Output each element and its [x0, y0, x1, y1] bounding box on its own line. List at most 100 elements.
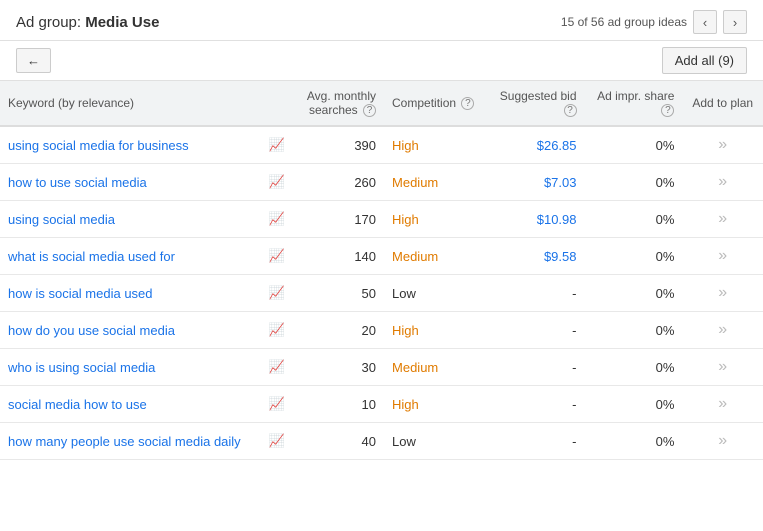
trend-icon[interactable]: 📈	[269, 322, 285, 337]
bid-cell: -	[487, 423, 584, 460]
add-to-plan-cell: »	[682, 349, 763, 386]
competition-help-icon[interactable]: ?	[461, 97, 474, 110]
add-to-plan-button[interactable]: »	[718, 432, 727, 449]
bid-value: $10.98	[537, 212, 577, 227]
searches-cell: 30	[295, 349, 384, 386]
keyword-link[interactable]: how is social media used	[8, 286, 153, 301]
searches-cell: 40	[295, 423, 384, 460]
keyword-link[interactable]: how many people use social media daily	[8, 434, 241, 449]
ad-impr-cell: 0%	[585, 349, 683, 386]
ad-impr-cell: 0%	[585, 126, 683, 164]
add-to-plan-button[interactable]: »	[718, 321, 727, 338]
keyword-link[interactable]: using social media	[8, 212, 115, 227]
trend-icon-cell: 📈	[261, 423, 295, 460]
searches-cell: 140	[295, 238, 384, 275]
searches-cell: 20	[295, 312, 384, 349]
trend-icon-cell: 📈	[261, 164, 295, 201]
add-to-plan-button[interactable]: »	[718, 395, 727, 412]
keyword-link[interactable]: what is social media used for	[8, 249, 175, 264]
searches-cell: 260	[295, 164, 384, 201]
col-searches: Avg. monthlysearches ?	[295, 81, 384, 126]
add-to-plan-cell: »	[682, 423, 763, 460]
trend-icon-cell: 📈	[261, 386, 295, 423]
trend-icon-cell: 📈	[261, 312, 295, 349]
trend-icon-cell: 📈	[261, 349, 295, 386]
bid-cell: $26.85	[487, 126, 584, 164]
prev-button[interactable]: ‹	[693, 10, 717, 34]
keyword-cell: using social media	[0, 201, 261, 238]
keyword-link[interactable]: how do you use social media	[8, 323, 175, 338]
trend-icon[interactable]: 📈	[269, 174, 285, 189]
col-competition: Competition ?	[384, 81, 487, 126]
bid-cell: -	[487, 386, 584, 423]
competition-cell: Low	[384, 275, 487, 312]
add-to-plan-cell: »	[682, 126, 763, 164]
searches-cell: 50	[295, 275, 384, 312]
keyword-link[interactable]: social media how to use	[8, 397, 147, 412]
trend-icon[interactable]: 📈	[269, 359, 285, 374]
add-to-plan-cell: »	[682, 275, 763, 312]
competition-value: High	[392, 138, 419, 153]
table-row: what is social media used for 📈 140 Medium $…	[0, 238, 763, 275]
bid-cell: -	[487, 349, 584, 386]
trend-icon[interactable]: 📈	[269, 285, 285, 300]
next-button[interactable]: ›	[723, 10, 747, 34]
competition-cell: High	[384, 312, 487, 349]
bid-value: $9.58	[544, 249, 577, 264]
ad-impr-cell: 0%	[585, 275, 683, 312]
competition-value: Low	[392, 286, 416, 301]
back-button[interactable]: ←	[16, 48, 51, 73]
competition-cell: High	[384, 201, 487, 238]
trend-icon-cell: 📈	[261, 126, 295, 164]
keyword-cell: social media how to use	[0, 386, 261, 423]
bid-cell: $10.98	[487, 201, 584, 238]
keyword-link[interactable]: using social media for business	[8, 138, 189, 153]
page-header: Ad group: Media Use 15 of 56 ad group id…	[0, 0, 763, 41]
ad-impr-cell: 0%	[585, 238, 683, 275]
ad-impr-cell: 0%	[585, 423, 683, 460]
add-to-plan-button[interactable]: »	[718, 136, 727, 153]
trend-icon[interactable]: 📈	[269, 433, 285, 448]
trend-icon-cell: 📈	[261, 275, 295, 312]
bid-value: $7.03	[544, 175, 577, 190]
competition-value: High	[392, 323, 419, 338]
trend-icon[interactable]: 📈	[269, 248, 285, 263]
keyword-cell: how to use social media	[0, 164, 261, 201]
keyword-cell: how many people use social media daily	[0, 423, 261, 460]
ad-impr-cell: 0%	[585, 386, 683, 423]
trend-icon-cell: 📈	[261, 201, 295, 238]
add-all-button[interactable]: Add all (9)	[662, 47, 747, 74]
add-to-plan-button[interactable]: »	[718, 358, 727, 375]
table-row: using social media for business📈390High$…	[0, 126, 763, 164]
table-row: who is using social media📈30Medium-0%»	[0, 349, 763, 386]
bid-help-icon[interactable]: ?	[564, 104, 577, 117]
trend-icon[interactable]: 📈	[269, 396, 285, 411]
keyword-cell: how do you use social media	[0, 312, 261, 349]
searches-help-icon[interactable]: ?	[363, 104, 376, 117]
competition-value: Medium	[392, 175, 438, 190]
keyword-link[interactable]: who is using social media	[8, 360, 155, 375]
searches-cell: 10	[295, 386, 384, 423]
sub-header: ← Add all (9)	[0, 41, 763, 81]
adimpr-help-icon[interactable]: ?	[661, 104, 674, 117]
add-to-plan-cell: »	[682, 164, 763, 201]
competition-value: Medium	[392, 249, 438, 264]
competition-cell: Medium	[384, 164, 487, 201]
competition-value: High	[392, 397, 419, 412]
table-row: how to use social media📈260Medium$7.030%…	[0, 164, 763, 201]
col-bid: Suggested bid?	[487, 81, 584, 126]
keyword-cell: using social media for business	[0, 126, 261, 164]
trend-icon[interactable]: 📈	[269, 211, 285, 226]
add-to-plan-button[interactable]: »	[718, 247, 727, 264]
bid-cell: $7.03	[487, 164, 584, 201]
trend-icon[interactable]: 📈	[269, 137, 285, 152]
table-header-row: Keyword (by relevance) Avg. monthlysearc…	[0, 81, 763, 126]
bid-cell: -	[487, 312, 584, 349]
col-trend	[261, 81, 295, 126]
keyword-link[interactable]: how to use social media	[8, 175, 147, 190]
add-to-plan-button[interactable]: »	[718, 284, 727, 301]
keywords-table: Keyword (by relevance) Avg. monthlysearc…	[0, 81, 763, 460]
add-to-plan-button[interactable]: »	[718, 210, 727, 227]
add-to-plan-button[interactable]: »	[718, 173, 727, 190]
table-row: how is social media used📈50Low-0%»	[0, 275, 763, 312]
